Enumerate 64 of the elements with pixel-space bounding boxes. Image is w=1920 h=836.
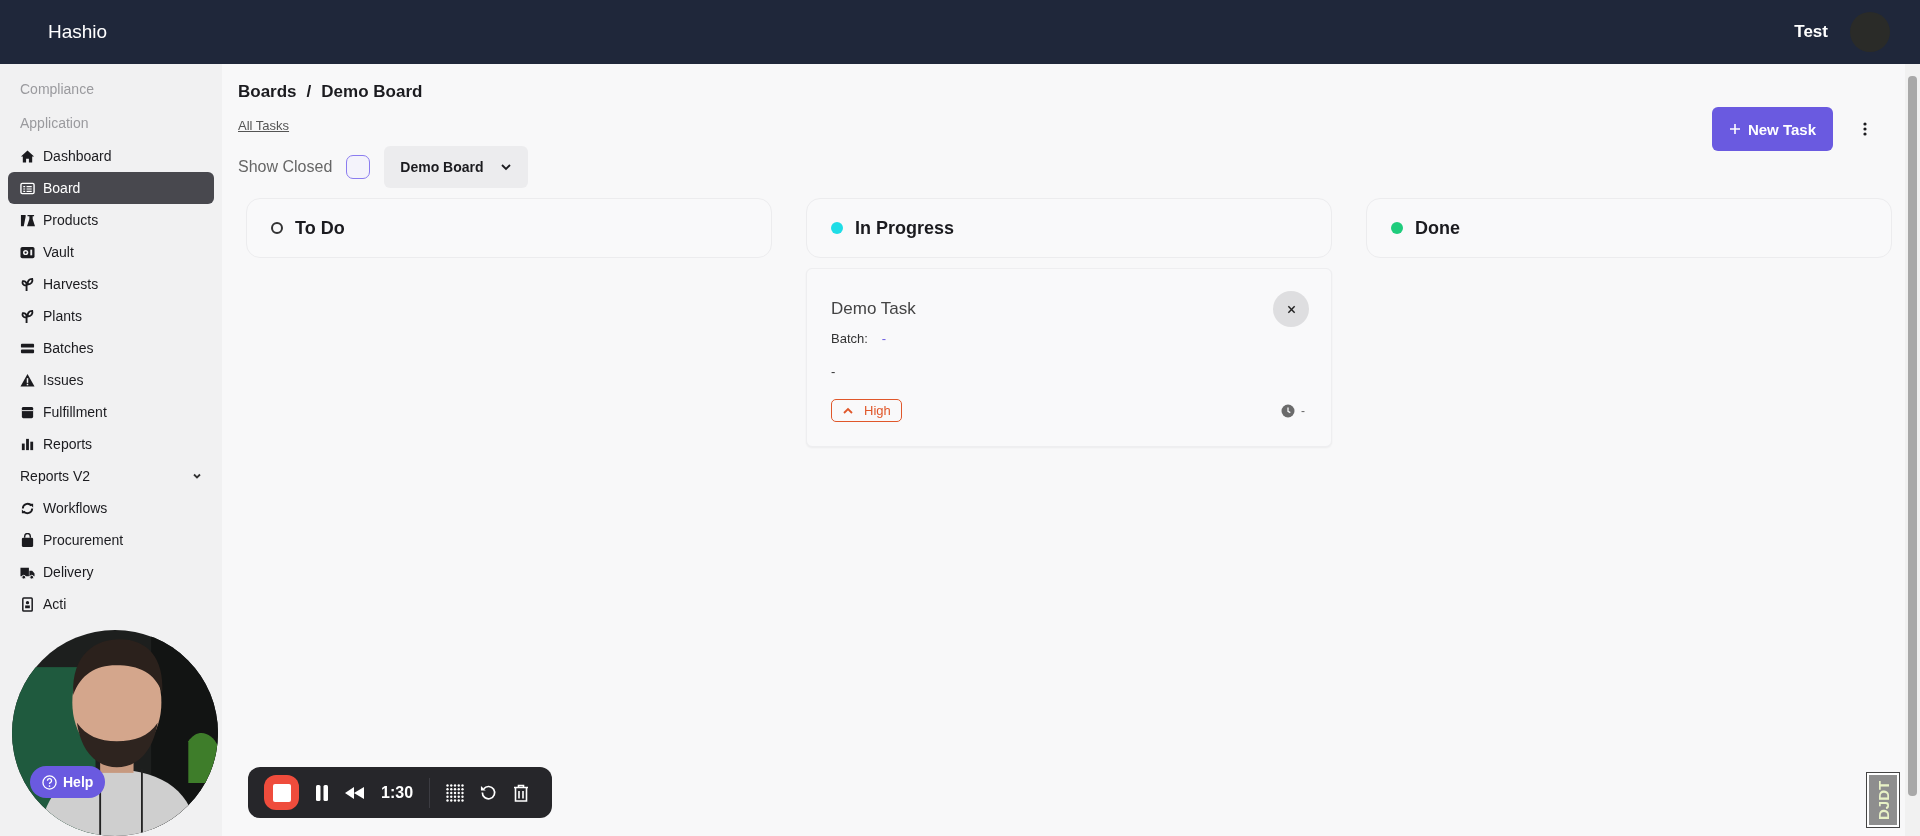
task-description: - [831, 364, 837, 379]
sidebar-item[interactable]: Fulfillment [8, 396, 214, 428]
breadcrumb-item: Demo Board [321, 82, 423, 102]
sidebar-item[interactable]: Procurement [8, 524, 214, 556]
bag-icon [20, 532, 35, 548]
column-title: To Do [295, 217, 345, 239]
sidebar-item[interactable]: Workflows [8, 492, 214, 524]
user-name[interactable]: Test [1794, 22, 1828, 42]
sidebar-item[interactable]: Products [8, 204, 214, 236]
sidebar-item[interactable]: Dashboard [8, 140, 214, 172]
warning-icon [20, 372, 35, 388]
pause-icon[interactable] [315, 784, 329, 801]
task-card[interactable]: Demo Task Batch: - - High - [806, 268, 1332, 447]
app-title: Hashio [48, 21, 108, 43]
sidebar-item[interactable]: Issues [8, 364, 214, 396]
breadcrumb-item[interactable]: Boards [238, 82, 297, 102]
sprout-icon [20, 308, 35, 324]
trash-icon[interactable] [513, 783, 530, 802]
show-closed-label: Show Closed [238, 158, 333, 176]
scrollbar[interactable] [1905, 64, 1920, 836]
id-badge-icon [20, 596, 35, 612]
list-icon [20, 180, 35, 196]
restart-icon[interactable] [480, 784, 498, 801]
column-title: Done [1415, 217, 1460, 239]
box-icon [20, 404, 35, 420]
board-dropdown[interactable]: Demo Board [384, 146, 528, 188]
sidebar-item[interactable]: Board [8, 172, 214, 204]
batch-link[interactable]: - [881, 331, 887, 346]
dot-grid-icon[interactable] [446, 783, 465, 802]
sidebar-item[interactable]: Harvests [8, 268, 214, 300]
sidebar-item[interactable]: Batches [8, 332, 214, 364]
help-button[interactable]: Help [30, 766, 106, 798]
close-icon [1286, 304, 1296, 314]
batch-label: Batch: [831, 331, 868, 346]
sidebar-item[interactable]: Reports [8, 428, 214, 460]
rewind-icon[interactable] [345, 786, 365, 799]
due-date: - [1301, 403, 1305, 418]
cycle-icon [20, 500, 35, 516]
home-icon [20, 148, 35, 164]
all-tasks-link[interactable]: All Tasks [238, 118, 290, 133]
breadcrumb-item: / [306, 82, 312, 102]
priority-tag: High [831, 399, 902, 422]
column-title: In Progress [855, 217, 955, 239]
close-button[interactable] [1273, 291, 1309, 327]
sidebar-item[interactable]: Acti [8, 588, 214, 620]
more-options-icon[interactable] [1863, 122, 1867, 136]
sidebar-item[interactable]: Plants [8, 300, 214, 332]
sidebar-item[interactable]: Delivery [8, 556, 214, 588]
flask-icon [20, 212, 35, 228]
new-task-button[interactable]: New Task [1711, 107, 1833, 151]
sprout-icon [20, 276, 35, 292]
chevron-down-icon [499, 161, 512, 173]
safe-icon [20, 244, 35, 260]
sidebar-item[interactable]: Vault [8, 236, 214, 268]
plus-icon [1728, 123, 1741, 135]
sidebar-group[interactable]: Reports V2 [8, 460, 214, 492]
recording-time: 1:30 [381, 783, 414, 802]
clock-icon [1281, 403, 1295, 418]
chevron-down-icon [192, 471, 202, 481]
question-icon [42, 774, 57, 790]
bar-chart-icon [20, 436, 35, 452]
show-closed-checkbox[interactable] [346, 155, 371, 179]
task-title: Demo Task [831, 299, 916, 319]
stop-button[interactable] [264, 775, 299, 810]
